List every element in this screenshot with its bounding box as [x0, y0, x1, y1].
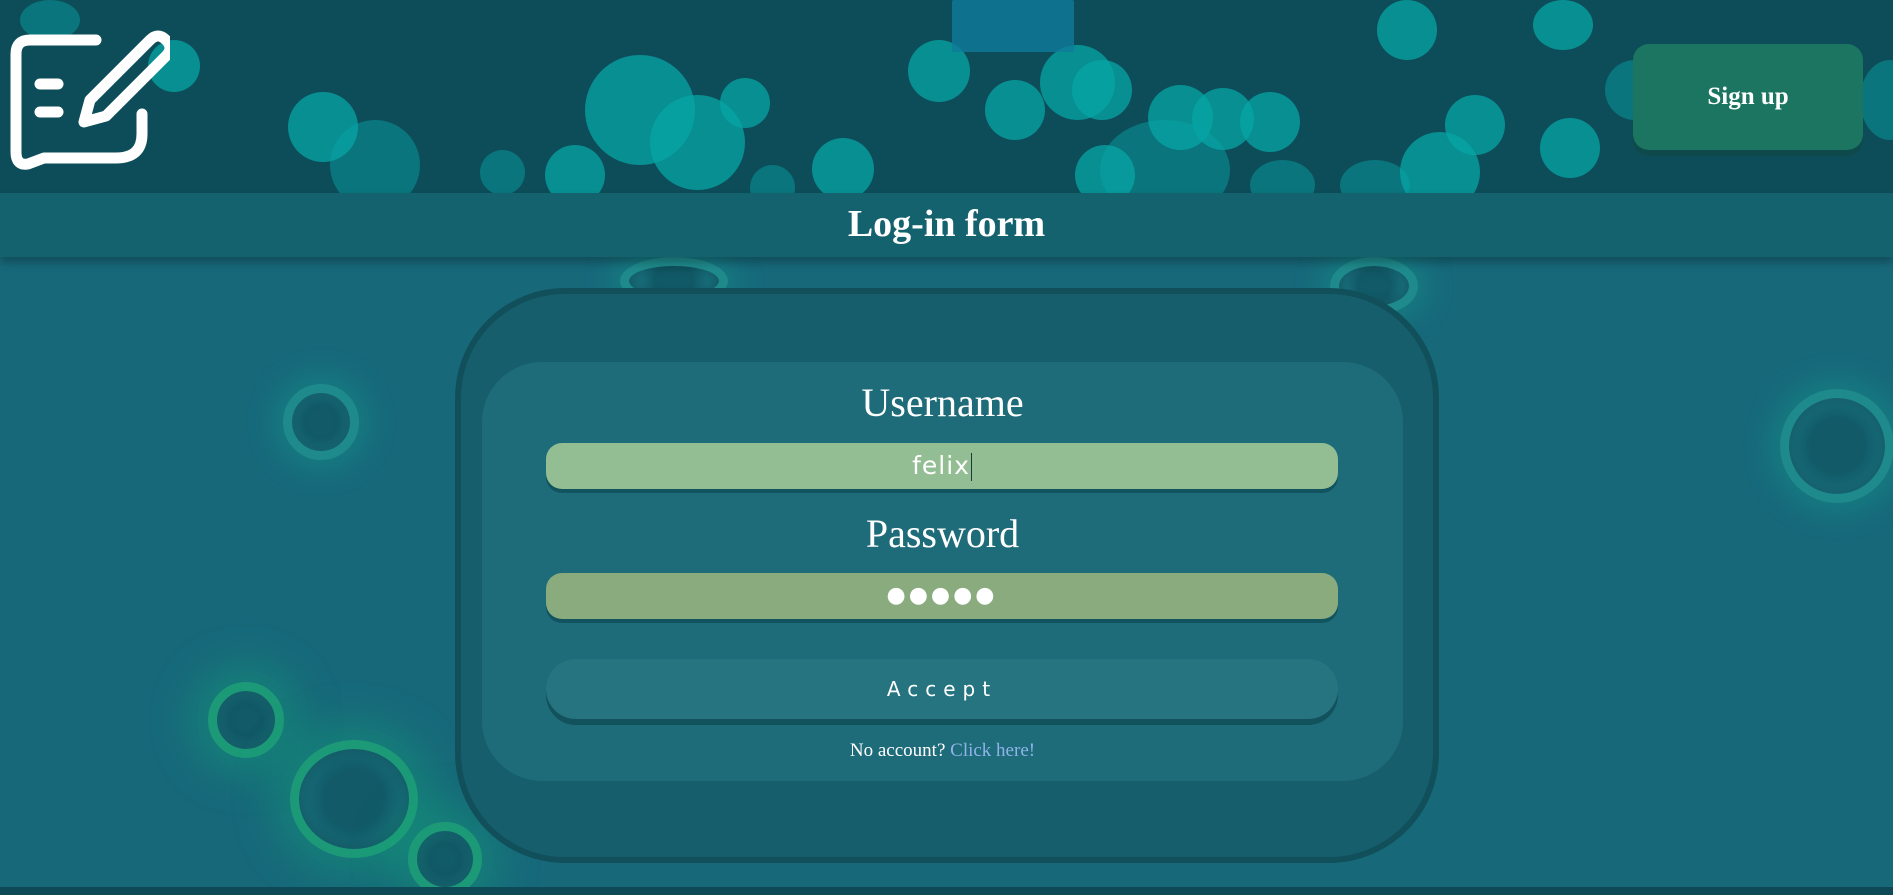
background-cell: [1780, 389, 1893, 503]
background-cell: [208, 682, 284, 758]
password-label: Password: [865, 511, 1020, 556]
title-bar: Log-in form: [0, 193, 1893, 257]
edit-message-icon: [10, 30, 170, 170]
bokeh-circle: [1540, 118, 1600, 178]
bokeh-circle: [1240, 92, 1300, 152]
bokeh-circle: [1250, 160, 1315, 193]
username-label: Username: [861, 380, 1024, 425]
bokeh-circle: [750, 165, 795, 193]
password-value: ●●●●●: [886, 583, 998, 608]
no-account-prompt: No account? Click here!: [482, 740, 1403, 762]
bokeh-rect: [952, 0, 1074, 52]
bokeh-circle: [330, 120, 420, 193]
bokeh-circle: [1860, 60, 1893, 140]
bokeh-circle: [812, 138, 874, 193]
background-cell: [283, 384, 359, 460]
password-input[interactable]: ●●●●●: [546, 573, 1338, 619]
text-caret: [970, 453, 972, 481]
signup-link[interactable]: Click here!: [950, 740, 1035, 761]
background-cell: [290, 740, 418, 858]
bokeh-circle: [545, 145, 605, 193]
username-input[interactable]: felix: [546, 443, 1338, 489]
login-form: Username felix Password ●●●●● Accept No …: [482, 362, 1403, 781]
page-title: Log-in form: [847, 203, 1046, 245]
header: Sign up: [0, 0, 1893, 193]
accept-button[interactable]: Accept: [546, 659, 1338, 719]
no-account-text: No account?: [849, 740, 946, 761]
sign-up-button[interactable]: Sign up: [1633, 44, 1863, 150]
bokeh-circle: [1533, 0, 1593, 50]
bokeh-circle: [720, 78, 770, 128]
bokeh-circle: [480, 150, 525, 193]
bokeh-circle: [985, 80, 1045, 140]
background-cell: [408, 822, 482, 887]
bokeh-circle: [1072, 60, 1132, 120]
bottom-strip: [0, 887, 1893, 895]
username-value: felix: [912, 451, 970, 480]
bokeh-circle: [1377, 0, 1437, 60]
